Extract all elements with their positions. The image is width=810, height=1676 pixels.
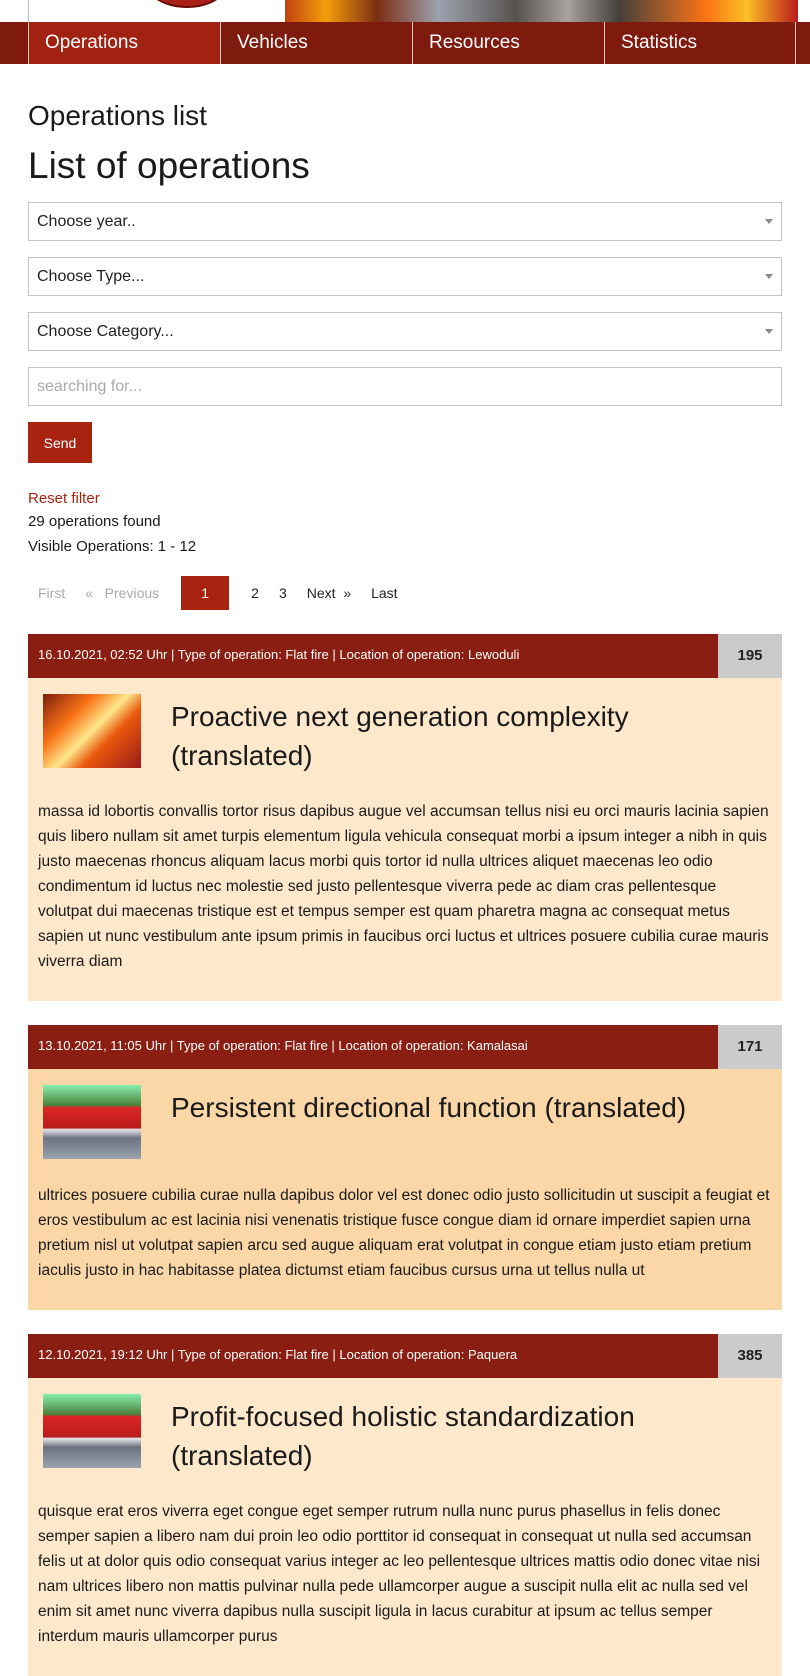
visible-operations-range: Visible Operations: 1 - 12	[28, 538, 197, 555]
operation-description: quisque erat eros viverra eget congue eg…	[38, 1503, 761, 1645]
nav-item-operations[interactable]: Operations	[28, 22, 220, 64]
page-title: Operations list	[28, 100, 207, 131]
main-content: Operations list List of operations Choos…	[0, 100, 810, 1676]
pagination-page-1[interactable]: 1	[181, 576, 230, 610]
operation-body: Persistent directional function (transla…	[28, 1069, 782, 1159]
nav-item-statistics[interactable]: Statistics	[604, 22, 796, 64]
chevron-down-icon	[765, 329, 773, 334]
chevron-down-icon	[765, 274, 773, 279]
operation-meta: 13.10.2021, 11:05 Uhr | Type of operatio…	[28, 1025, 718, 1069]
header-banner-image	[285, 0, 798, 22]
category-select-value: Choose Category...	[37, 323, 174, 340]
logo-emblem	[146, 0, 228, 8]
operation-meta: 12.10.2021, 19:12 Uhr | Type of operatio…	[28, 1334, 718, 1378]
pagination-previous[interactable]: « Previous	[75, 576, 169, 610]
operation-card: 13.10.2021, 11:05 Uhr | Type of operatio…	[28, 1025, 782, 1310]
nav-item-resources[interactable]: Resources	[412, 22, 604, 64]
type-select[interactable]: Choose Type...	[28, 257, 782, 296]
main-nav: Operations Vehicles Resources Statistics	[0, 22, 810, 64]
nav-item-vehicles[interactable]: Vehicles	[220, 22, 412, 64]
pagination: First « Previous 1 2 3 Next » Last	[28, 576, 782, 610]
operation-title[interactable]: Persistent directional function (transla…	[171, 1085, 686, 1159]
search-input[interactable]	[28, 367, 782, 406]
operation-title[interactable]: Profit-focused holistic standardization …	[171, 1394, 772, 1475]
operation-header: 13.10.2021, 11:05 Uhr | Type of operatio…	[28, 1025, 782, 1069]
pagination-page-2[interactable]: 2	[241, 576, 269, 610]
list-title: List of operations	[28, 145, 310, 186]
year-select[interactable]: Choose year..	[28, 202, 782, 241]
operation-number-badge: 195	[718, 634, 782, 678]
send-button[interactable]: Send	[28, 422, 92, 463]
pagination-first[interactable]: First	[28, 576, 75, 610]
operation-number-badge: 385	[718, 1334, 782, 1378]
operation-body: Proactive next generation complexity (tr…	[28, 678, 782, 775]
logo[interactable]	[28, 0, 286, 22]
pagination-next[interactable]: Next »	[297, 576, 361, 610]
operation-card: 12.10.2021, 19:12 Uhr | Type of operatio…	[28, 1334, 782, 1676]
operation-thumbnail[interactable]	[43, 694, 141, 768]
operation-thumbnail[interactable]	[43, 1085, 141, 1159]
header	[0, 0, 810, 22]
reset-filter-link[interactable]: Reset filter	[28, 489, 782, 509]
operation-number-badge: 171	[718, 1025, 782, 1069]
operation-card: 16.10.2021, 02:52 Uhr | Type of operatio…	[28, 634, 782, 1001]
operation-meta: 16.10.2021, 02:52 Uhr | Type of operatio…	[28, 634, 718, 678]
type-select-value: Choose Type...	[37, 268, 145, 285]
chevron-down-icon	[765, 219, 773, 224]
operation-header: 16.10.2021, 02:52 Uhr | Type of operatio…	[28, 634, 782, 678]
category-select[interactable]: Choose Category...	[28, 312, 782, 351]
operation-header: 12.10.2021, 19:12 Uhr | Type of operatio…	[28, 1334, 782, 1378]
operation-body: Profit-focused holistic standardization …	[28, 1378, 782, 1475]
operation-thumbnail[interactable]	[43, 1394, 141, 1468]
pagination-last[interactable]: Last	[361, 576, 407, 610]
operations-found-count: 29 operations found	[28, 513, 161, 530]
pagination-page-3[interactable]: 3	[269, 576, 297, 610]
year-select-value: Choose year..	[37, 213, 136, 230]
operation-description: ultrices posuere cubilia curae nulla dap…	[38, 1187, 770, 1279]
operation-title[interactable]: Proactive next generation complexity (tr…	[171, 694, 772, 775]
operation-description: massa id lobortis convallis tortor risus…	[38, 803, 769, 970]
